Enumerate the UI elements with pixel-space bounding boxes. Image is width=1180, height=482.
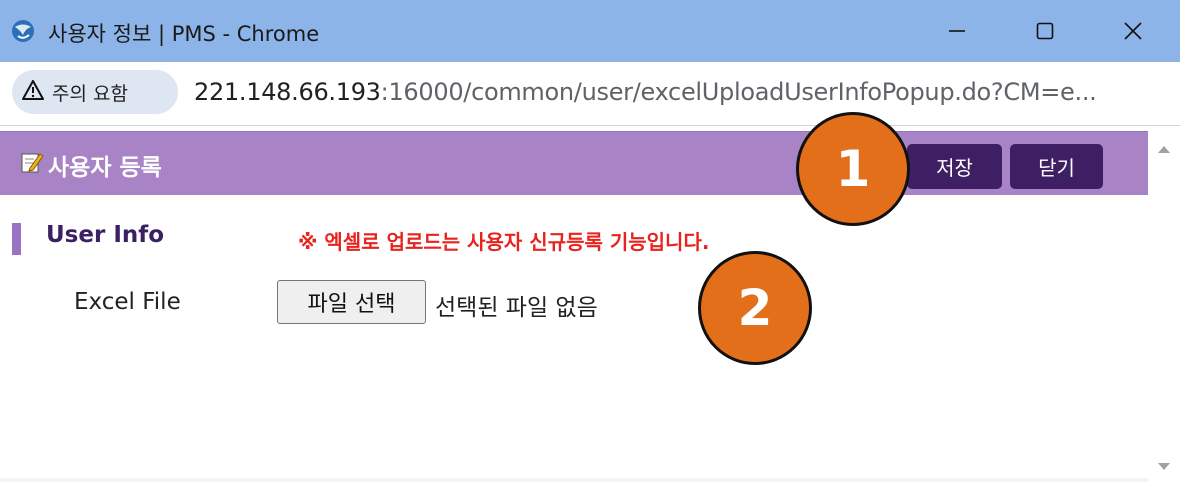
url-host: 221.148.66.193 [194, 78, 381, 106]
security-warning-chip[interactable]: 주의 요함 [12, 70, 178, 114]
maximize-icon [1036, 22, 1054, 40]
vertical-scrollbar[interactable] [1148, 127, 1180, 482]
warning-triangle-icon [22, 80, 44, 104]
security-label: 주의 요함 [52, 82, 128, 105]
window-title: 사용자 정보 | PMS - Chrome [48, 22, 320, 46]
annotation-badge-2: 2 [698, 251, 812, 365]
maximize-button[interactable] [1000, 0, 1090, 62]
url-field[interactable]: 221.148.66.193:16000/common/user/excelUp… [194, 78, 1097, 106]
popup-header: 사용자 등록 저장 닫기 [0, 131, 1148, 195]
edit-pencil-icon [20, 150, 44, 180]
file-status-text: 선택된 파일 없음 [435, 295, 598, 321]
section-marker [12, 223, 21, 255]
app-globe-icon [10, 18, 36, 44]
choose-file-button[interactable]: 파일 선택 [277, 280, 426, 324]
save-button[interactable]: 저장 [907, 144, 1002, 189]
popup-title: 사용자 등록 [20, 148, 162, 182]
address-bar: 주의 요함 221.148.66.193:16000/common/user/e… [0, 62, 1180, 126]
close-icon [1124, 22, 1142, 40]
excel-file-label: Excel File [74, 289, 181, 315]
minimize-button[interactable] [912, 0, 1002, 62]
url-path: :16000/common/user/excelUploadUserInfoPo… [380, 78, 1097, 106]
close-window-button[interactable] [1088, 0, 1178, 62]
bottom-divider [0, 478, 1148, 482]
scroll-down-icon[interactable] [1157, 457, 1171, 476]
scroll-up-icon[interactable] [1157, 139, 1171, 158]
popup-title-text: 사용자 등록 [48, 155, 162, 181]
window-titlebar: 사용자 정보 | PMS - Chrome [0, 0, 1180, 62]
upload-notice: ※ 엑셀로 업로드는 사용자 신규등록 기능입니다. [298, 230, 710, 254]
section-title: User Info [46, 222, 165, 248]
annotation-badge-1: 1 [796, 112, 910, 226]
minimize-icon [949, 30, 965, 32]
close-button[interactable]: 닫기 [1010, 144, 1103, 189]
